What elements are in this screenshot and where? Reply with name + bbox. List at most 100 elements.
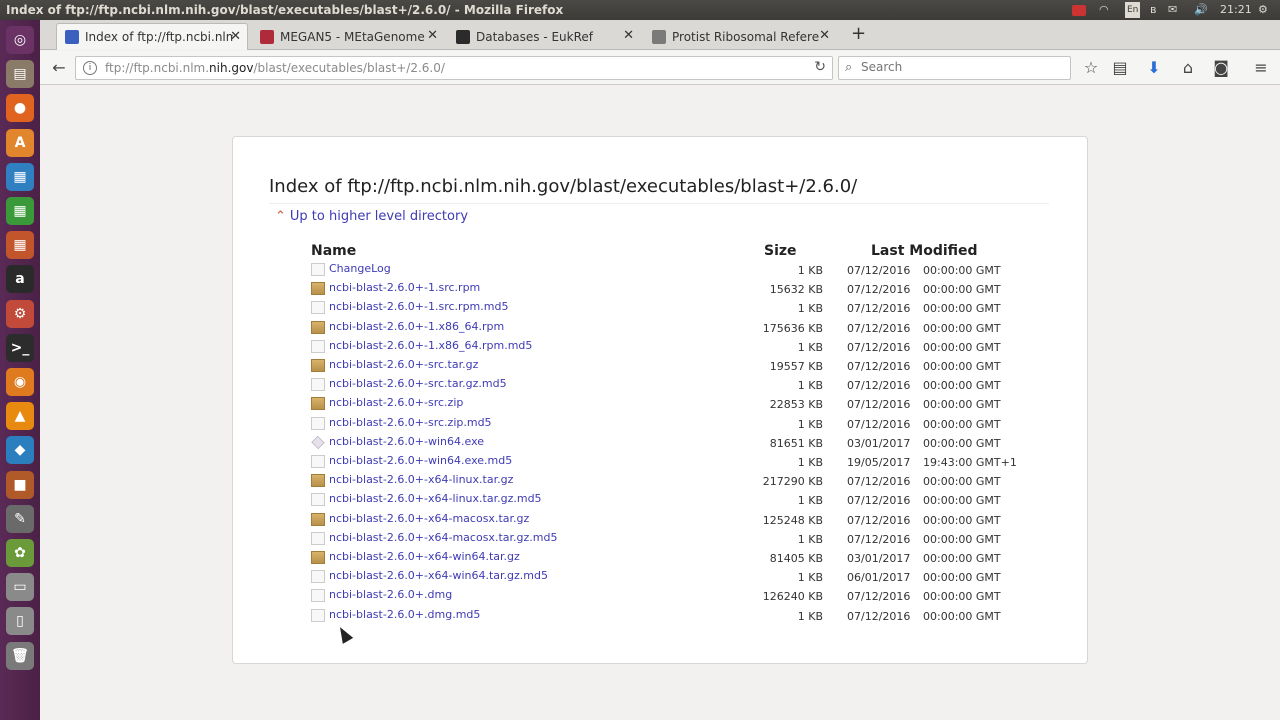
file-link[interactable]: ncbi-blast-2.6.0+.dmg [329, 588, 452, 601]
file-size: 126240 KB [762, 590, 823, 604]
file-icon [311, 416, 325, 430]
info-icon[interactable]: i [83, 61, 97, 75]
tab-protist[interactable]: Protist Ribosomal Refere ✕ [644, 23, 836, 50]
drive-icon[interactable]: ▭ [6, 573, 34, 602]
file-link[interactable]: ncbi-blast-2.6.0+-x64-macosx.tar.gz.md5 [329, 531, 557, 544]
amazon-icon[interactable]: a [6, 265, 34, 294]
download-icon[interactable]: ⬇ [1143, 58, 1165, 78]
file-icon [311, 301, 325, 315]
search-bar[interactable]: ⌕ [838, 56, 1071, 80]
url-text[interactable]: ftp://ftp.ncbi.nlm.nih.gov/blast/executa… [105, 61, 445, 75]
file-link[interactable]: ncbi-blast-2.6.0+-src.zip.md5 [329, 416, 492, 429]
firefox-icon[interactable]: ● [6, 94, 34, 123]
tab-eukref[interactable]: Databases - EukRef ✕ [448, 23, 640, 50]
kodi-icon[interactable]: ◆ [6, 436, 34, 465]
settings-icon[interactable]: ⚙ [6, 299, 34, 328]
software-center-icon[interactable]: A [6, 128, 34, 157]
file-link[interactable]: ncbi-blast-2.6.0+-1.x86_64.rpm.md5 [329, 339, 532, 352]
table-row: ncbi-blast-2.6.0+-win64.exe 81651 KB 03/01… [233, 434, 1089, 453]
column-header-name[interactable]: Name [311, 243, 356, 259]
file-date: 07/12/2016 [847, 398, 911, 412]
bluetooth-icon[interactable]: ʙ [1150, 2, 1156, 18]
new-tab-icon[interactable]: + [851, 23, 866, 44]
file-link[interactable]: ncbi-blast-2.6.0+-x64-macosx.tar.gz [329, 512, 529, 525]
url-domain: nih.gov [209, 61, 254, 75]
file-link[interactable]: ncbi-blast-2.6.0+-win64.exe.md5 [329, 454, 512, 467]
file-date: 07/12/2016 [847, 340, 911, 354]
clock[interactable]: 21:21 [1220, 2, 1252, 18]
file-date: 07/12/2016 [847, 494, 911, 508]
url-bar[interactable]: i ftp://ftp.ncbi.nlm.nih.gov/blast/execu… [75, 56, 833, 80]
up-directory-link[interactable]: ⌃ Up to higher level directory [275, 209, 468, 224]
writer-icon[interactable]: ▦ [6, 162, 34, 191]
close-icon[interactable]: ✕ [819, 28, 830, 43]
files-icon[interactable]: ▤ [6, 60, 34, 89]
recording-icon[interactable] [1072, 5, 1086, 16]
file-size: 1 KB [797, 302, 823, 316]
ubuntu-dash-icon[interactable]: ◎ [6, 26, 34, 54]
file-size: 1 KB [797, 340, 823, 354]
column-header-size[interactable]: Size [764, 243, 797, 259]
close-icon[interactable]: ✕ [427, 28, 438, 43]
text-editor-icon[interactable]: ✎ [6, 504, 34, 533]
menu-icon[interactable]: ≡ [1250, 58, 1272, 78]
pocket-icon[interactable]: ◙ [1210, 58, 1232, 78]
close-icon[interactable]: ✕ [623, 28, 634, 43]
column-header-last-modified[interactable]: Last Modified [871, 243, 978, 259]
tab-megan5[interactable]: MEGAN5 - MEtaGenome A ✕ [252, 23, 444, 50]
home-icon[interactable]: ⌂ [1177, 58, 1199, 78]
bookmark-star-icon[interactable]: ☆ [1080, 58, 1102, 78]
file-link[interactable]: ncbi-blast-2.6.0+-1.src.rpm [329, 281, 480, 294]
file-date: 07/12/2016 [847, 302, 911, 316]
trash-icon[interactable]: 🗑 [6, 641, 34, 670]
blender-icon[interactable]: ◉ [6, 368, 34, 396]
file-link[interactable]: ncbi-blast-2.6.0+-x64-win64.tar.gz [329, 550, 520, 563]
app-icon[interactable]: ■ [6, 470, 34, 499]
file-date: 06/01/2017 [847, 571, 911, 585]
gear-icon[interactable]: ⚙ [1258, 2, 1268, 18]
search-icon: ⌕ [845, 60, 853, 75]
reading-list-icon[interactable]: ▤ [1109, 58, 1131, 78]
tab-label: MEGAN5 - MEtaGenome A [280, 29, 428, 44]
tab-ftp-index[interactable]: Index of ftp://ftp.ncbi.nlm ✕ [56, 23, 248, 50]
reload-icon[interactable]: ↻ [814, 59, 826, 75]
keyboard-language-indicator[interactable]: En [1125, 2, 1141, 18]
table-row: ncbi-blast-2.6.0+-1.x86_64.rpm 175636 KB 0… [233, 319, 1089, 338]
file-link[interactable]: ncbi-blast-2.6.0+-x64-linux.tar.gz.md5 [329, 492, 542, 505]
file-time: 00:00:00 GMT [923, 302, 1001, 316]
back-arrow-icon[interactable]: ← [48, 58, 70, 78]
vlc-icon[interactable]: ▲ [6, 402, 34, 431]
page-title: Index of ftp://ftp.ncbi.nlm.nih.gov/blas… [269, 176, 858, 197]
mail-icon[interactable]: ✉ [1168, 2, 1177, 18]
file-link[interactable]: ncbi-blast-2.6.0+-src.tar.gz [329, 358, 478, 371]
close-icon[interactable]: ✕ [230, 29, 241, 44]
search-input[interactable] [861, 60, 1061, 74]
divider [269, 203, 1049, 204]
file-time: 00:00:00 GMT [923, 264, 1001, 277]
file-link[interactable]: ChangeLog [329, 262, 391, 275]
file-size: 1 KB [797, 456, 823, 469]
terminal-icon[interactable]: >_ [6, 333, 34, 362]
volume-icon[interactable]: 🔊 [1194, 2, 1208, 18]
file-link[interactable]: ncbi-blast-2.6.0+-x64-linux.tar.gz [329, 473, 513, 486]
table-row: ncbi-blast-2.6.0+.dmg.md5 1 KB 07/12/2016 0… [233, 607, 1089, 626]
impress-icon[interactable]: ▦ [6, 231, 34, 260]
file-link[interactable]: ncbi-blast-2.6.0+-x64-win64.tar.gz.md5 [329, 569, 548, 582]
tab-label: Databases - EukRef [476, 29, 594, 44]
page-content: Index of ftp://ftp.ncbi.nlm.nih.gov/blas… [40, 86, 1280, 720]
file-link[interactable]: ncbi-blast-2.6.0+-win64.exe [329, 435, 484, 448]
file-date: 07/12/2016 [847, 379, 911, 393]
calc-icon[interactable]: ▦ [6, 197, 34, 225]
file-link[interactable]: ncbi-blast-2.6.0+-src.tar.gz.md5 [329, 377, 507, 390]
file-link[interactable]: ncbi-blast-2.6.0+-src.zip [329, 396, 463, 409]
file-link[interactable]: ncbi-blast-2.6.0+.dmg.md5 [329, 608, 480, 621]
file-link[interactable]: ncbi-blast-2.6.0+-1.x86_64.rpm [329, 320, 504, 333]
file-link[interactable]: ncbi-blast-2.6.0+-1.src.rpm.md5 [329, 300, 508, 313]
wifi-icon[interactable]: ◠ [1099, 2, 1109, 18]
game-icon[interactable]: ✿ [6, 539, 34, 567]
tab-label: Index of ftp://ftp.ncbi.nlm [85, 30, 233, 44]
file-size: 1 KB [797, 379, 823, 393]
file-size: 1 KB [797, 417, 823, 431]
usb-icon[interactable]: ▯ [6, 607, 34, 636]
file-icon [311, 455, 325, 468]
